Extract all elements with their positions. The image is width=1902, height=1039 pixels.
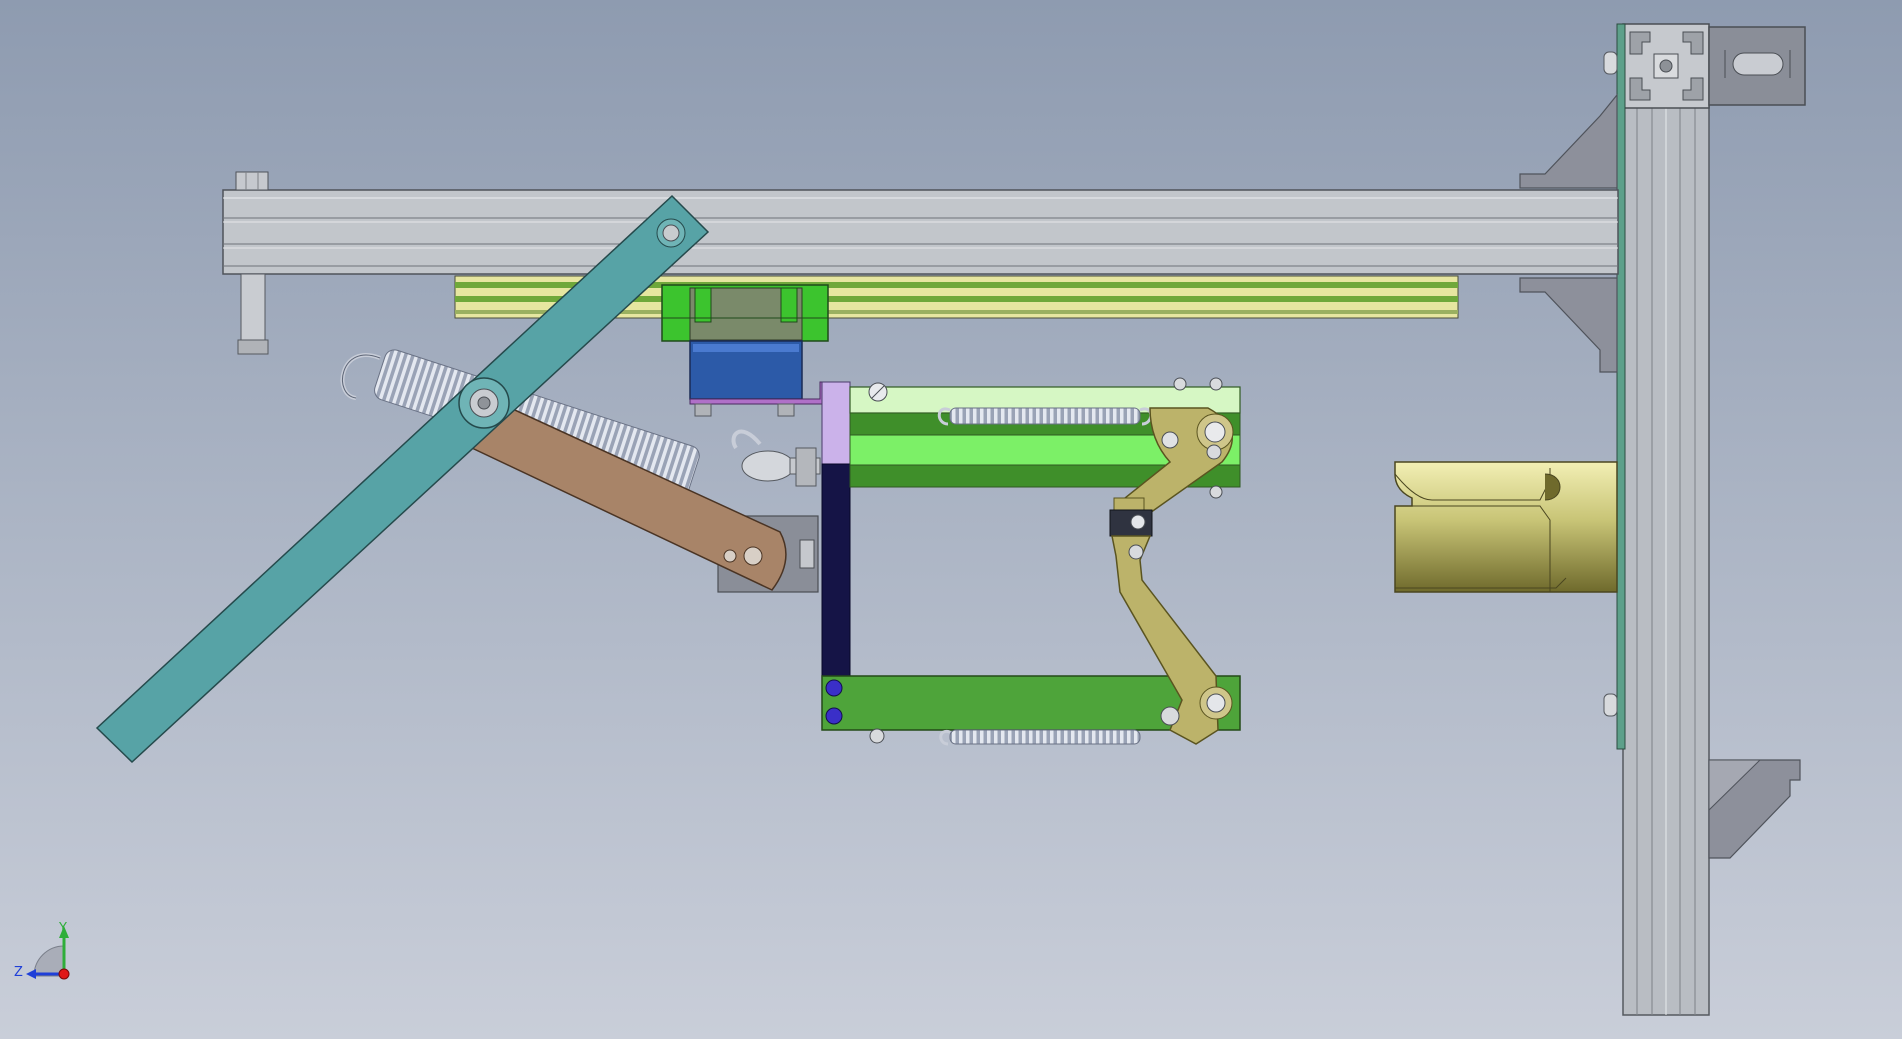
beam-bottom-pin [237, 273, 269, 355]
gripper-jaw [1394, 461, 1618, 593]
motor-block [689, 340, 803, 400]
rail-carriage [661, 284, 829, 342]
beam-top-nut [235, 171, 269, 191]
horizontal-beam [222, 189, 1619, 275]
upper-box-spring [937, 407, 1153, 426]
vertical-post [1622, 99, 1710, 1016]
top-right-bracket [1708, 26, 1806, 106]
axis-z-label: Z [14, 965, 23, 980]
axis-y-label: Y [58, 921, 67, 936]
cad-viewport[interactable]: Y Z [0, 0, 1902, 1039]
lower-box-spring [939, 729, 1141, 746]
assembly-drawing: Y Z [0, 0, 1902, 1039]
post-cap-profile [1622, 23, 1710, 109]
